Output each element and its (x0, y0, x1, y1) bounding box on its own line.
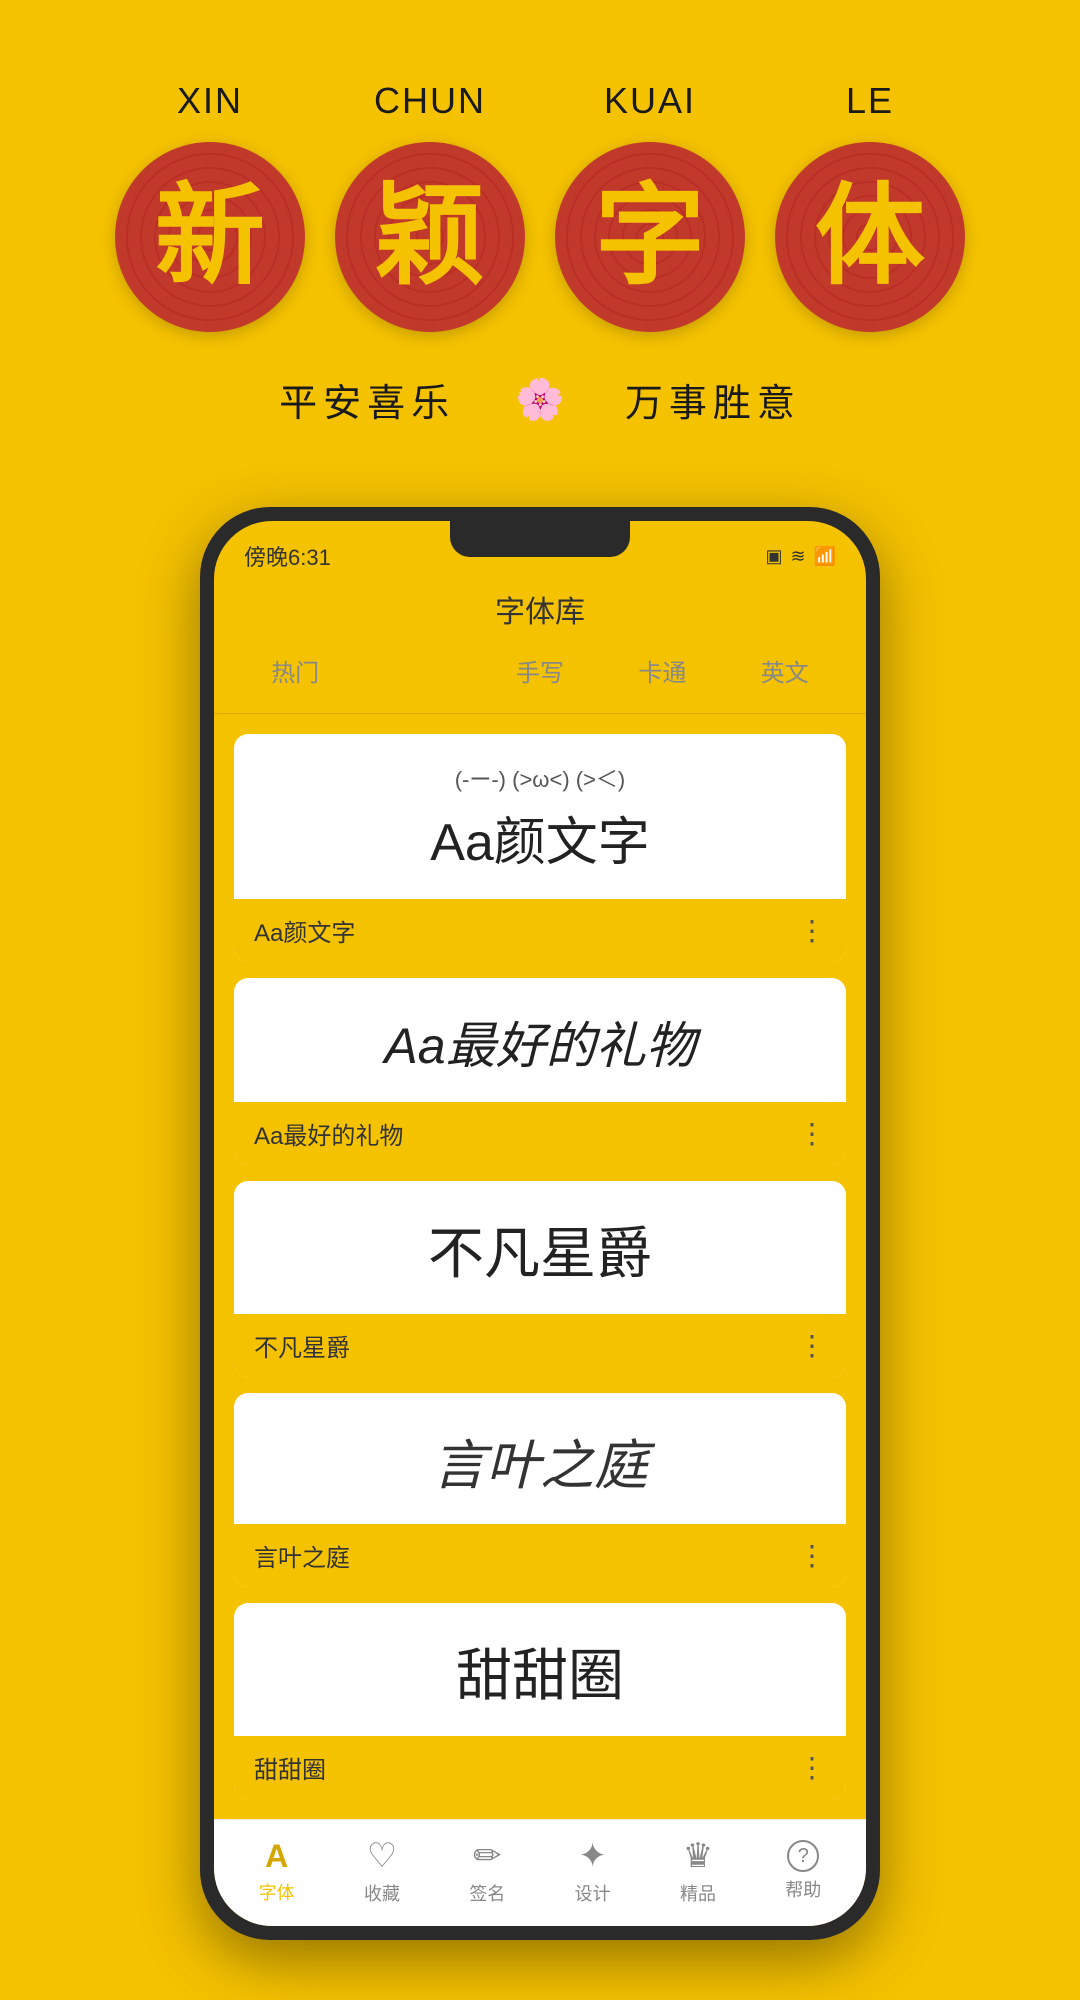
font-card-5[interactable]: 甜甜圈 甜甜圈 ⋮ (234, 1603, 846, 1799)
char-kuai: 字 (595, 182, 705, 292)
chars-row: 新 颖 字 体 (115, 142, 965, 332)
char-circle-xin: 新 (115, 142, 305, 332)
pinyin-le: LE (790, 80, 950, 122)
char-circle-kuai: 字 (555, 142, 745, 332)
bottom-nav: A 字体 ♡ 收藏 ✏ 签名 ✦ 设计 ♛ 精品 (214, 1819, 866, 1926)
subtitle-right: 万事胜意 (625, 372, 801, 427)
phone-notch (450, 521, 630, 557)
wifi-icon: ≋ (790, 546, 805, 567)
font-preview-2: Aa最好的礼物 (234, 978, 846, 1102)
nav-label-fonts: 字体 (259, 1879, 295, 1905)
font-name-5: 甜甜圈 (254, 1750, 326, 1785)
pinyin-xin: XIN (130, 80, 290, 122)
font-list: (-ー-) (>ω<) (>＜) Aa颜文字 Aa颜文字 ⋮ Aa最好的礼物 (214, 714, 866, 1819)
font-name-2: Aa最好的礼物 (254, 1116, 403, 1151)
nav-item-help[interactable]: ? 帮助 (785, 1840, 821, 1902)
tab-cartoon[interactable]: 卡通 (622, 647, 702, 697)
subtitle-left: 平安喜乐 (279, 372, 455, 427)
font-bar-1: Aa颜文字 ⋮ (234, 899, 846, 962)
help-nav-icon: ? (787, 1840, 819, 1872)
pinyin-chun: CHUN (350, 80, 510, 122)
tab-hot[interactable]: 热门 (255, 647, 335, 697)
font-preview-1: (-ー-) (>ω<) (>＜) Aa颜文字 (234, 734, 846, 899)
pinyin-kuai: KUAI (570, 80, 730, 122)
subtitle-row: 平安喜乐 🌸 万事胜意 (279, 372, 801, 427)
font-bar-2: Aa最好的礼物 ⋮ (234, 1102, 846, 1165)
more-icon-1[interactable]: ⋮ (798, 914, 826, 947)
more-icon-5[interactable]: ⋮ (798, 1751, 826, 1784)
crown-nav-icon: ♛ (683, 1836, 713, 1876)
font-preview-text-2: Aa最好的礼物 (384, 1006, 695, 1078)
phone-section: 傍晚6:31 ▣ ≋ 📶 字体库 热门 最新 手写 卡通 英文 (0, 467, 1080, 2000)
phone-frame: 傍晚6:31 ▣ ≋ 📶 字体库 热门 最新 手写 卡通 英文 (200, 507, 880, 1940)
font-preview-text-5: 甜甜圈 (456, 1631, 624, 1712)
font-preview-text-3: 不凡星爵 (428, 1209, 652, 1290)
heart-nav-icon: ♡ (367, 1836, 397, 1876)
nav-item-signature[interactable]: ✏ 签名 (469, 1836, 505, 1906)
font-bar-3: 不凡星爵 ⋮ (234, 1314, 846, 1377)
tab-latest[interactable]: 最新 (378, 647, 458, 697)
nav-item-favorites[interactable]: ♡ 收藏 (364, 1836, 400, 1906)
nav-label-design: 设计 (575, 1880, 611, 1906)
font-preview-4: 言叶之庭 (234, 1393, 846, 1524)
font-bar-5: 甜甜圈 ⋮ (234, 1736, 846, 1799)
font-preview-text-4: 言叶之庭 (432, 1421, 648, 1500)
battery-icon: ▣ (765, 546, 782, 567)
font-name-4: 言叶之庭 (254, 1538, 350, 1573)
font-name-3: 不凡星爵 (254, 1328, 350, 1363)
status-icons: ▣ ≋ 📶 (765, 546, 836, 567)
font-bar-4: 言叶之庭 ⋮ (234, 1524, 846, 1587)
char-circle-chun: 颖 (335, 142, 525, 332)
top-section: XIN CHUN KUAI LE 新 颖 字 体 平安喜乐 🌸 万事胜意 (0, 0, 1080, 467)
nav-item-premium[interactable]: ♛ 精品 (680, 1836, 716, 1906)
font-card-3[interactable]: 不凡星爵 不凡星爵 ⋮ (234, 1181, 846, 1377)
nav-item-fonts[interactable]: A 字体 (259, 1838, 295, 1905)
tab-handwriting[interactable]: 手写 (500, 647, 580, 697)
app-title: 字体库 (214, 577, 866, 647)
pinyin-row: XIN CHUN KUAI LE (130, 80, 950, 122)
lotus-icon: 🌸 (515, 376, 565, 423)
status-time: 傍晚6:31 (244, 540, 331, 572)
nav-item-design[interactable]: ✦ 设计 (575, 1836, 611, 1906)
font-card-4[interactable]: 言叶之庭 言叶之庭 ⋮ (234, 1393, 846, 1587)
char-xin: 新 (155, 182, 265, 292)
nav-label-signature: 签名 (469, 1880, 505, 1906)
font-preview-5: 甜甜圈 (234, 1603, 846, 1736)
font-preview-text-1: Aa颜文字 (430, 800, 650, 875)
char-chun: 颖 (375, 182, 485, 292)
tabs-row[interactable]: 热门 最新 手写 卡通 英文 (214, 647, 866, 714)
tab-english[interactable]: 英文 (745, 647, 825, 697)
font-card-1[interactable]: (-ー-) (>ω<) (>＜) Aa颜文字 Aa颜文字 ⋮ (234, 734, 846, 962)
nav-label-premium: 精品 (680, 1880, 716, 1906)
font-preview-3: 不凡星爵 (234, 1181, 846, 1314)
signal-icon: 📶 (814, 546, 836, 567)
char-le: 体 (815, 182, 925, 292)
font-name-1: Aa颜文字 (254, 913, 355, 948)
more-icon-4[interactable]: ⋮ (798, 1539, 826, 1572)
more-icon-2[interactable]: ⋮ (798, 1117, 826, 1150)
pen-nav-icon: ✏ (473, 1836, 502, 1876)
nav-label-favorites: 收藏 (364, 1880, 400, 1906)
phone-inner: 傍晚6:31 ▣ ≋ 📶 字体库 热门 最新 手写 卡通 英文 (214, 521, 866, 1926)
design-nav-icon: ✦ (578, 1836, 607, 1876)
fonts-nav-icon: A (265, 1838, 288, 1875)
nav-label-help: 帮助 (785, 1876, 821, 1902)
char-circle-le: 体 (775, 142, 965, 332)
more-icon-3[interactable]: ⋮ (798, 1329, 826, 1362)
font-card-2[interactable]: Aa最好的礼物 Aa最好的礼物 ⋮ (234, 978, 846, 1165)
